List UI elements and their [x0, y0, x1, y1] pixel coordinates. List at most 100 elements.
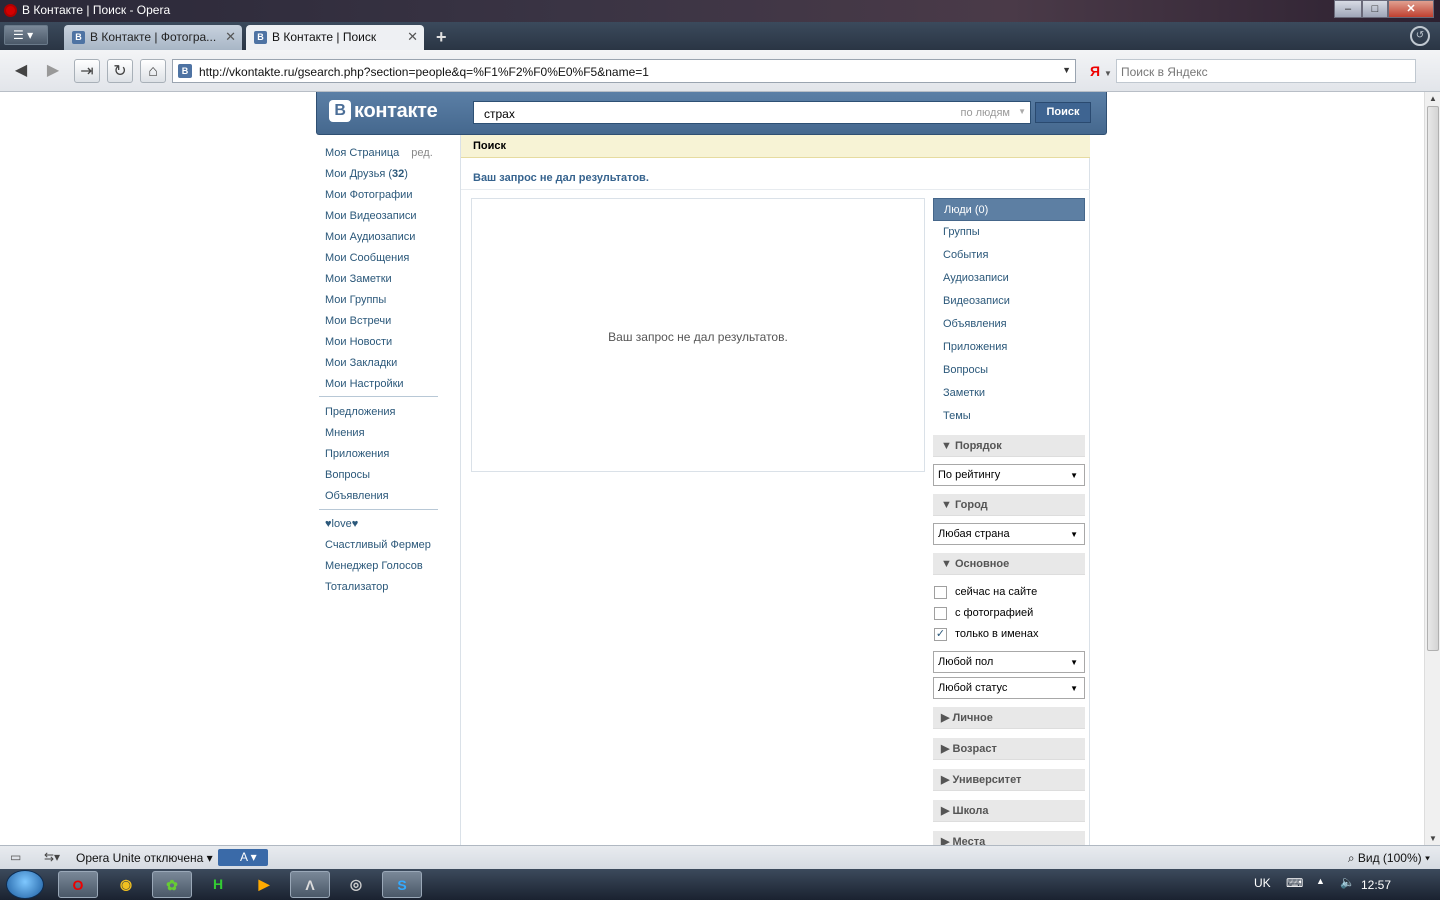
sync-icon[interactable]: ⇆▾ — [44, 850, 60, 864]
app-votes-manager[interactable]: Менеджер Голосов — [325, 556, 445, 577]
volume-icon[interactable]: 🔈 — [1340, 875, 1355, 889]
maximize-button[interactable]: □ — [1362, 0, 1388, 18]
nav-questions[interactable]: Вопросы — [325, 465, 445, 486]
forward-icon[interactable]: ▶ — [40, 59, 66, 83]
university-header[interactable]: ▶ Университет — [933, 769, 1085, 791]
app-taskbar-icon[interactable]: Λ — [290, 871, 330, 898]
with-photo-checkbox[interactable]: с фотографией — [933, 603, 1085, 624]
search-content: Поиск Ваш запрос не дал результатов. Ваш… — [460, 135, 1090, 845]
media-taskbar-icon[interactable]: ▶ — [244, 871, 284, 898]
personal-header[interactable]: ▶ Личное — [933, 707, 1085, 729]
app-happy-farmer[interactable]: Счастливый Фермер — [325, 535, 445, 556]
back-icon[interactable]: ◀ — [8, 59, 34, 83]
chevron-down-icon: ▼ — [1070, 530, 1078, 539]
nav-my-settings[interactable]: Мои Настройки — [325, 374, 445, 395]
nav-applications[interactable]: Приложения — [325, 444, 445, 465]
scroll-down-icon: ▼ — [1429, 834, 1437, 843]
clock: 12:57 — [1361, 878, 1392, 892]
section-questions[interactable]: Вопросы — [933, 359, 1085, 382]
tab-vk-photos[interactable]: B В Контакте | Фотогра... ✕ — [64, 25, 242, 50]
order-select[interactable]: По рейтингу ▼ — [933, 464, 1085, 486]
reload-icon[interactable]: ↻ — [107, 59, 133, 83]
school-header[interactable]: ▶ Школа — [933, 800, 1085, 822]
section-video[interactable]: Видеозаписи — [933, 290, 1085, 313]
app-totalizator[interactable]: Тотализатор — [325, 577, 445, 598]
nav-my-photos[interactable]: Мои Фотографии — [325, 185, 445, 206]
nav-opinions[interactable]: Мнения — [325, 423, 445, 444]
names-only-checkbox[interactable]: ✓ только в именах — [933, 624, 1085, 645]
city-select[interactable]: Любая страна ▼ — [933, 523, 1085, 545]
vk-favicon-icon: B — [178, 64, 192, 78]
search-scope-select[interactable]: по людям — [961, 107, 1011, 119]
zoom-control[interactable]: ⌕ Вид (100%) ▾ — [1348, 851, 1430, 866]
opera-menu-button[interactable]: ☰ ▾ — [4, 25, 48, 45]
language-indicator[interactable]: UK — [1254, 876, 1271, 890]
friends-count: 32 — [392, 168, 405, 180]
opera-taskbar-icon[interactable]: O — [58, 871, 98, 898]
skype-taskbar-icon[interactable]: S — [382, 871, 422, 898]
scrollbar-thumb[interactable] — [1427, 106, 1439, 651]
search-engine-selector[interactable]: Я ▼ — [1090, 63, 1112, 79]
vk-search-button[interactable]: Поиск — [1035, 102, 1091, 123]
nav-my-videos[interactable]: Мои Видеозаписи — [325, 206, 445, 227]
vk-favicon-icon: B — [254, 31, 267, 44]
age-header[interactable]: ▶ Возраст — [933, 738, 1085, 760]
keyboard-icon[interactable]: ⌨ — [1286, 876, 1303, 890]
nav-my-audio[interactable]: Мои Аудиозаписи — [325, 227, 445, 248]
nav-ads[interactable]: Объявления — [325, 486, 445, 507]
vertical-scrollbar[interactable]: ▲ ▼ — [1424, 92, 1440, 845]
vk-logo[interactable]: Вконтакте — [329, 100, 438, 123]
order-header[interactable]: ▼ Порядок — [933, 435, 1085, 457]
section-audio[interactable]: Аудиозаписи — [933, 267, 1085, 290]
fast-forward-icon[interactable]: ⇥ — [74, 59, 100, 83]
close-window-button[interactable]: ✕ — [1388, 0, 1434, 18]
section-events[interactable]: События — [933, 244, 1085, 267]
app-love[interactable]: ♥love♥ — [325, 514, 445, 535]
tray-expand-icon[interactable]: ▲ — [1316, 876, 1325, 886]
nav-offers[interactable]: Предложения — [325, 402, 445, 423]
nav-my-page[interactable]: Моя Страница ред. — [325, 143, 445, 164]
nav-my-friends[interactable]: Мои Друзья (32) — [325, 164, 445, 185]
chevron-down-icon[interactable]: ▼ — [1062, 65, 1071, 75]
closed-tabs-icon[interactable]: ↺ — [1410, 26, 1430, 46]
vk-search-input[interactable]: страх по людям ▼ — [473, 101, 1031, 124]
online-checkbox[interactable]: сейчас на сайте — [933, 582, 1085, 603]
app-taskbar-icon[interactable]: ◎ — [336, 871, 376, 898]
edit-link[interactable]: ред. — [411, 147, 432, 159]
close-tab-icon[interactable]: ✕ — [407, 29, 418, 45]
places-header[interactable]: ▶ Места — [933, 831, 1085, 845]
status-select[interactable]: Любой статус ▼ — [933, 677, 1085, 699]
no-results-message: Ваш запрос не дал результатов. — [608, 330, 788, 344]
section-people[interactable]: Люди (0) — [933, 198, 1085, 221]
nav-my-events[interactable]: Мои Встречи — [325, 311, 445, 332]
panel-toggle-icon[interactable]: ▭ — [10, 850, 21, 864]
yandex-search-input[interactable]: Поиск в Яндекс — [1116, 59, 1416, 83]
address-field[interactable]: B http://vkontakte.ru/gsearch.php?sectio… — [172, 59, 1076, 83]
section-apps[interactable]: Приложения — [933, 336, 1085, 359]
new-tab-button[interactable]: + — [436, 27, 447, 48]
nav-my-news[interactable]: Мои Новости — [325, 332, 445, 353]
opera-unite-status[interactable]: Opera Unite отключена ▾ — [76, 851, 213, 865]
nav-my-notes[interactable]: Мои Заметки — [325, 269, 445, 290]
basic-header[interactable]: ▼ Основное — [933, 553, 1085, 575]
section-ads[interactable]: Объявления — [933, 313, 1085, 336]
chevron-down-icon[interactable]: ▼ — [1018, 107, 1026, 116]
minimize-button[interactable]: – — [1334, 0, 1362, 18]
city-header[interactable]: ▼ Город — [933, 494, 1085, 516]
close-tab-icon[interactable]: ✕ — [225, 29, 236, 45]
section-groups[interactable]: Группы — [933, 221, 1085, 244]
tab-vk-search[interactable]: B В Контакте | Поиск ✕ — [246, 25, 424, 50]
gender-select[interactable]: Любой пол ▼ — [933, 651, 1085, 673]
vk-header: Вконтакте страх по людям ▼ Поиск — [316, 92, 1107, 135]
section-topics[interactable]: Темы — [933, 405, 1085, 428]
nav-my-groups[interactable]: Мои Группы — [325, 290, 445, 311]
nav-my-bookmarks[interactable]: Мои Закладки — [325, 353, 445, 374]
nav-my-messages[interactable]: Мои Сообщения — [325, 248, 445, 269]
app-taskbar-icon[interactable]: H — [198, 871, 238, 898]
icq-taskbar-icon[interactable]: ✿ — [152, 871, 192, 898]
start-button[interactable] — [6, 870, 44, 899]
turbo-chip[interactable]: A ▾ — [218, 849, 268, 866]
home-icon[interactable]: ⌂ — [140, 59, 166, 83]
section-notes[interactable]: Заметки — [933, 382, 1085, 405]
app-taskbar-icon[interactable]: ◉ — [106, 871, 146, 898]
